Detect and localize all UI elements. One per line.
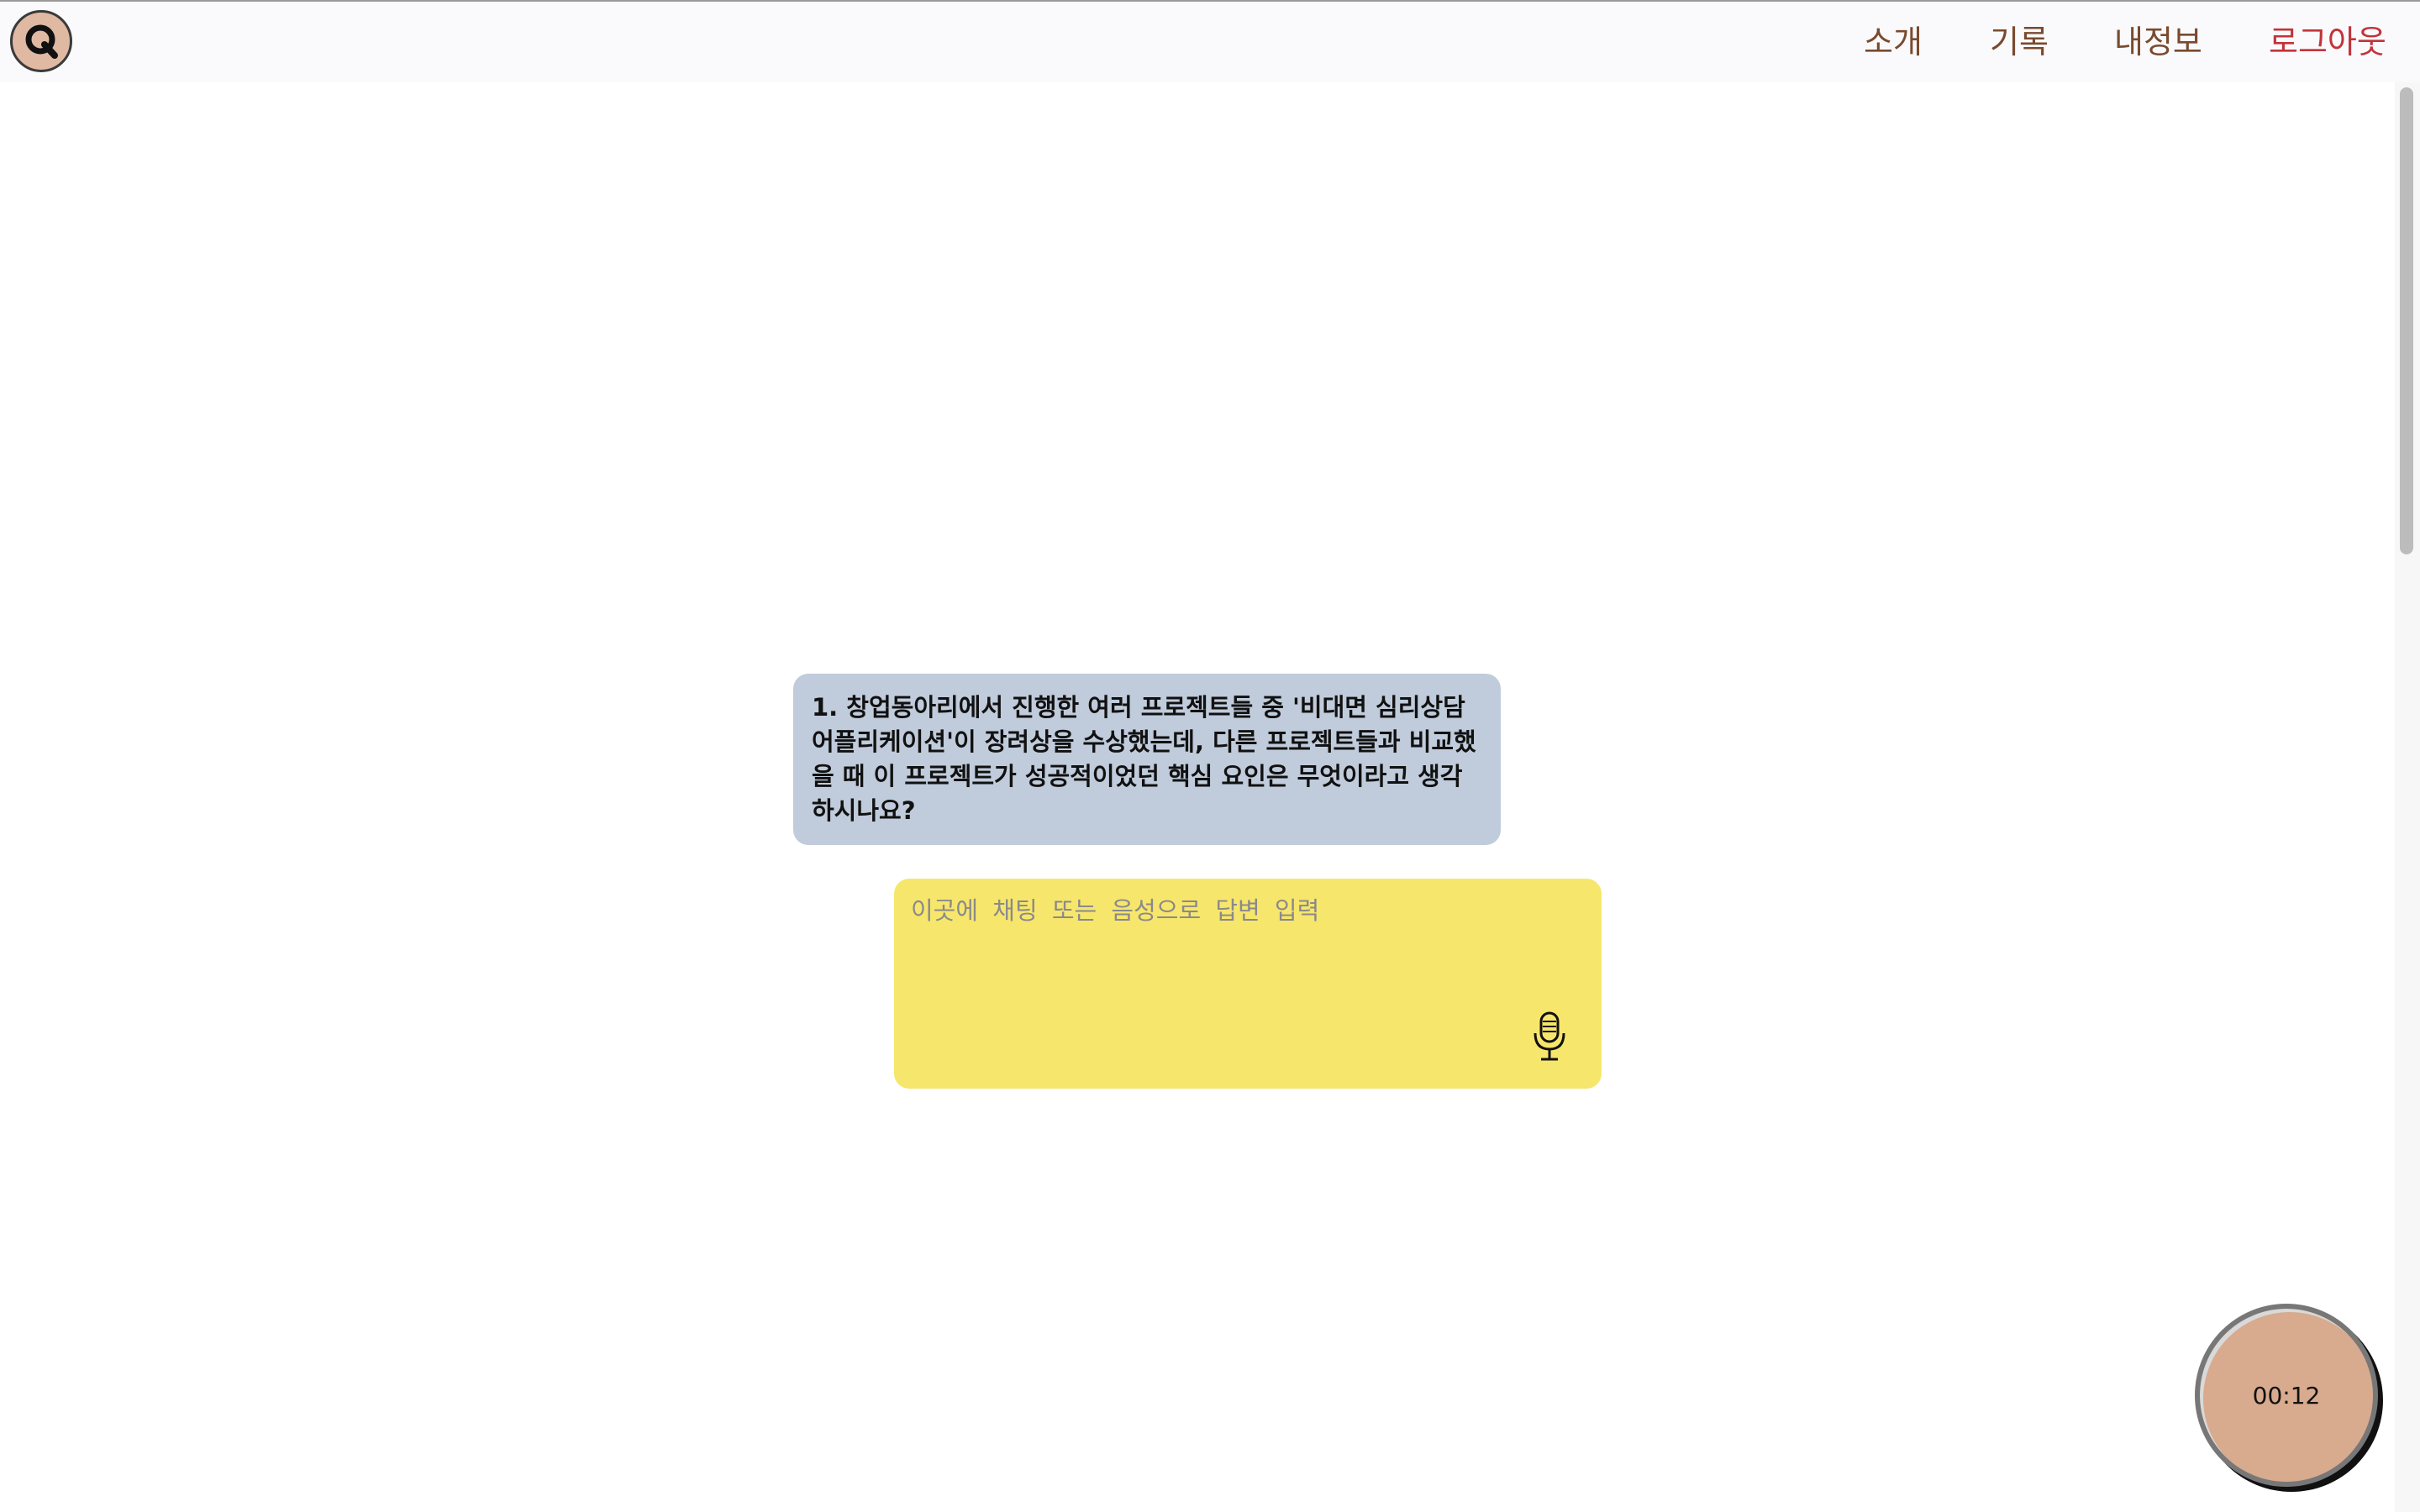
navbar: 소개 기록 내정보 로그아웃 xyxy=(0,2,2420,82)
nav-link-history[interactable]: 기록 xyxy=(1990,22,2049,62)
logo-button[interactable] xyxy=(10,10,72,72)
timer-badge: 00:12 xyxy=(2195,1304,2378,1487)
question-bubble: 1. 창업동아리에서 진행한 여러 프로젝트들 중 '비대면 심리상담 어플리케… xyxy=(793,674,1501,845)
q-logo-icon xyxy=(25,24,58,59)
page: 소개 기록 내정보 로그아웃 1. 창업동아리에서 진행한 여러 프로젝트들 중… xyxy=(0,0,2420,1512)
nav-link-logout[interactable]: 로그아웃 xyxy=(2269,22,2386,62)
nav-link-my-info[interactable]: 내정보 xyxy=(2114,22,2202,62)
nav-link-intro[interactable]: 소개 xyxy=(1864,22,1923,62)
answer-box xyxy=(894,879,1602,1089)
mic-button[interactable] xyxy=(1526,1008,1573,1065)
question-text: 1. 창업동아리에서 진행한 여러 프로젝트들 중 '비대면 심리상담 어플리케… xyxy=(812,693,1476,825)
scrollbar-thumb[interactable] xyxy=(2400,87,2413,554)
timer-value: 00:12 xyxy=(2252,1381,2321,1410)
answer-input[interactable] xyxy=(909,892,1551,1072)
microphone-icon xyxy=(1534,1011,1565,1061)
